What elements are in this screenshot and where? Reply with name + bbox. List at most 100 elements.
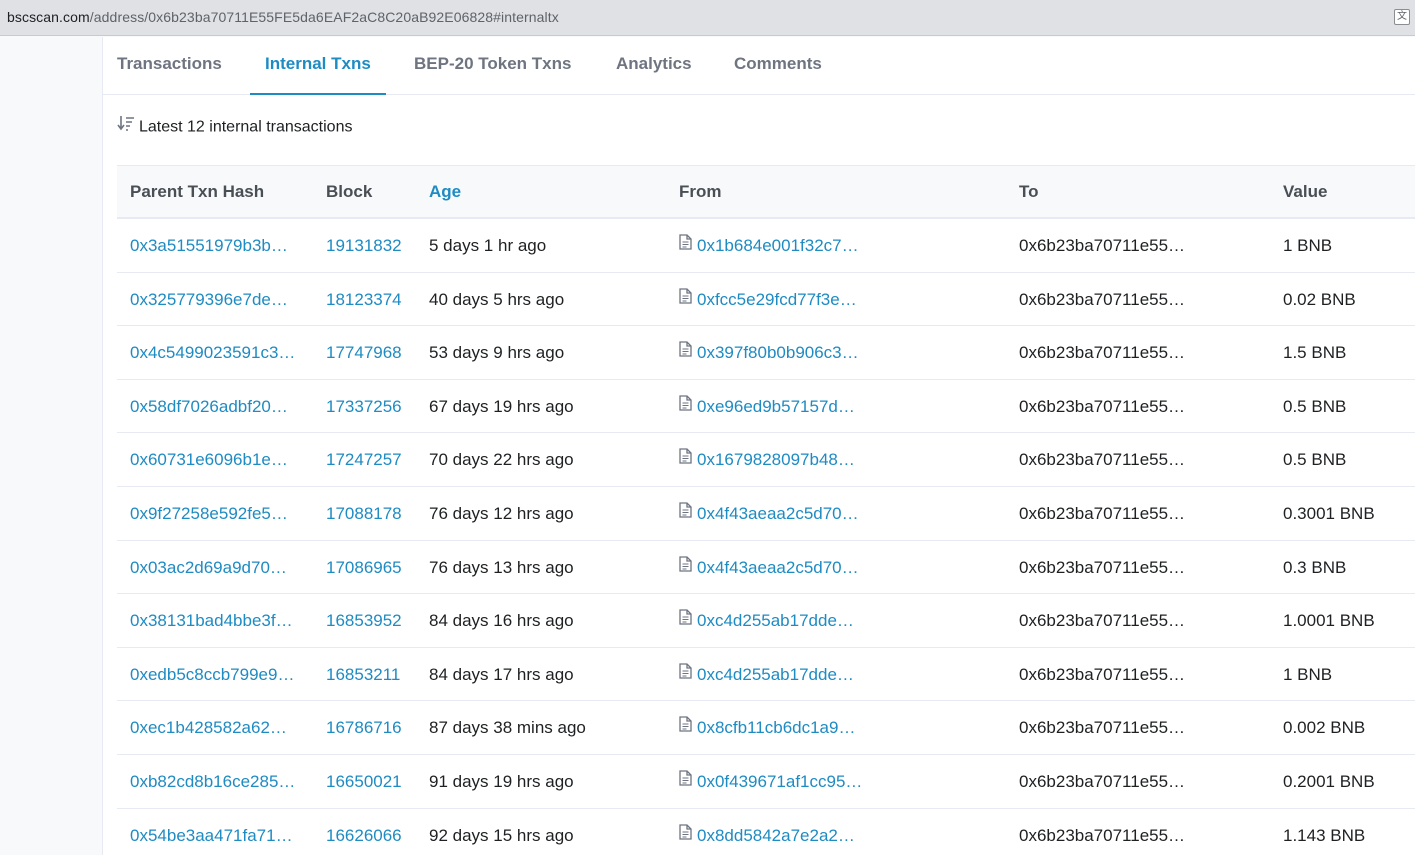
value-text: 0.2001 BNB (1283, 772, 1375, 791)
header-to: To (1019, 182, 1039, 201)
document-icon (679, 433, 692, 485)
document-icon (679, 701, 692, 753)
header-age[interactable]: Age (429, 166, 461, 218)
age-text: 5 days 1 hr ago (429, 236, 547, 255)
block-link[interactable]: 16853952 (326, 594, 416, 647)
block-link[interactable]: 18123374 (326, 273, 416, 326)
table-row: 0x03ac2d69a9d70… 17086965 76 days 13 hrs… (117, 541, 1415, 595)
parent-txn-hash-link[interactable]: 0xec1b428582a62… (130, 701, 308, 754)
from-address-link[interactable]: 0xe96ed9b57157d… (697, 397, 855, 416)
from-address-cell: 0xe96ed9b57157d… (679, 380, 879, 434)
block-link[interactable]: 16786716 (326, 701, 416, 754)
to-address-text: 0x6b23ba70711e55… (1019, 236, 1186, 255)
age-text: 76 days 12 hrs ago (429, 504, 574, 523)
parent-txn-hash-link[interactable]: 0x325779396e7de… (130, 273, 308, 326)
table-header: Parent Txn Hash Block Age From To Value (117, 165, 1415, 219)
table-row: 0x54be3aa471fa71… 16626066 92 days 15 hr… (117, 809, 1415, 855)
parent-txn-hash-link[interactable]: 0x58df7026adbf20… (130, 380, 308, 433)
from-address-link[interactable]: 0xc4d255ab17dde… (697, 611, 854, 630)
age-text: 84 days 16 hrs ago (429, 611, 574, 631)
tab-comments[interactable]: Comments (734, 37, 822, 95)
tab-internal-txns[interactable]: Internal Txns (250, 37, 386, 95)
header-block: Block (326, 182, 373, 201)
from-address-cell: 0xc4d255ab17dde… (679, 648, 879, 702)
from-address-link[interactable]: 0x0f439671af1cc95… (697, 772, 862, 791)
from-address-link[interactable]: 0x1b684e001f32c7… (697, 236, 859, 255)
header-from: From (679, 182, 722, 201)
value-text: 0.5 BNB (1283, 396, 1347, 416)
from-address-link[interactable]: 0x4f43aeaa2c5d70… (697, 558, 859, 577)
table-row: 0x4c5499023591c3… 17747968 53 days 9 hrs… (117, 326, 1415, 380)
value-text: 1.143 BNB (1283, 825, 1366, 845)
to-address-text: 0x6b23ba70711e55… (1019, 450, 1186, 470)
browser-address-bar[interactable]: bscscan.com/address/0x6b23ba70711E55FE5d… (0, 0, 1415, 36)
parent-txn-hash-link[interactable]: 0xb82cd8b16ce285… (130, 755, 308, 808)
document-icon (679, 380, 692, 432)
to-address-text: 0x6b23ba70711e55… (1019, 396, 1186, 416)
age-text: 70 days 22 hrs ago (429, 450, 574, 470)
block-link[interactable]: 16626066 (326, 809, 416, 855)
parent-txn-hash-link[interactable]: 0x60731e6096b1e… (130, 433, 308, 486)
parent-txn-hash-link[interactable]: 0x4c5499023591c3… (130, 326, 308, 379)
from-address-cell: 0x1679828097b48… (679, 433, 879, 487)
from-address-cell: 0x4f43aeaa2c5d70… (679, 541, 879, 595)
from-address-link[interactable]: 0x1679828097b48… (697, 450, 855, 469)
url-path: /address/0x6b23ba70711E55FE5da6EAF2aC8C2… (89, 9, 559, 25)
parent-txn-hash-link[interactable]: 0x9f27258e592fe5… (130, 487, 308, 540)
tab-analytics[interactable]: Analytics (616, 37, 692, 95)
parent-txn-hash-link[interactable]: 0xedb5c8ccb799e9… (130, 648, 308, 701)
sort-descending-icon (117, 115, 135, 136)
block-link[interactable]: 16853211 (326, 648, 416, 701)
table-row: 0xb82cd8b16ce285… 16650021 91 days 19 hr… (117, 755, 1415, 809)
table-row: 0x60731e6096b1e… 17247257 70 days 22 hrs… (117, 433, 1415, 487)
from-address-link[interactable]: 0xc4d255ab17dde… (697, 665, 854, 684)
block-link[interactable]: 17747968 (326, 326, 416, 379)
to-address-text: 0x6b23ba70711e55… (1019, 343, 1186, 363)
document-icon (679, 273, 692, 325)
tab-bar: Transactions Internal Txns BEP-20 Token … (103, 37, 1415, 95)
block-link[interactable]: 17086965 (326, 541, 416, 594)
from-address-cell: 0x4f43aeaa2c5d70… (679, 487, 879, 541)
value-text: 0.002 BNB (1283, 718, 1366, 738)
block-link[interactable]: 17088178 (326, 487, 416, 540)
to-address-text: 0x6b23ba70711e55… (1019, 718, 1186, 738)
url-domain: bscscan.com (7, 9, 90, 25)
document-icon (679, 541, 692, 593)
tab-bep20-token-txns[interactable]: BEP-20 Token Txns (414, 37, 571, 95)
block-link[interactable]: 17337256 (326, 380, 416, 433)
from-address-cell: 0xfcc5e29fcd77f3e… (679, 273, 879, 327)
value-text: 0.3001 BNB (1283, 504, 1375, 523)
block-link[interactable]: 16650021 (326, 755, 416, 808)
table-row: 0xec1b428582a62… 16786716 87 days 38 min… (117, 701, 1415, 755)
url-text[interactable]: bscscan.com/address/0x6b23ba70711E55FE5d… (7, 9, 559, 25)
age-text: 40 days 5 hrs ago (429, 289, 565, 309)
value-text: 1 BNB (1283, 236, 1333, 255)
parent-txn-hash-link[interactable]: 0x3a51551979b3b… (130, 219, 308, 272)
from-address-link[interactable]: 0x8dd5842a7e2a2… (697, 826, 855, 845)
table-row: 0x9f27258e592fe5… 17088178 76 days 12 hr… (117, 487, 1415, 541)
parent-txn-hash-link[interactable]: 0x03ac2d69a9d70… (130, 541, 308, 594)
from-address-cell: 0x8cfb11cb6dc1a9… (679, 701, 879, 755)
from-address-link[interactable]: 0x8cfb11cb6dc1a9… (697, 718, 855, 737)
from-address-link[interactable]: 0xfcc5e29fcd77f3e… (697, 290, 857, 309)
header-parent-txn-hash: Parent Txn Hash (130, 182, 265, 201)
header-value: Value (1283, 182, 1328, 201)
value-text: 0.3 BNB (1283, 557, 1347, 577)
table-summary: Latest 12 internal transactions (117, 115, 353, 138)
summary-text: Latest 12 internal transactions (139, 118, 353, 136)
age-text: 76 days 13 hrs ago (429, 557, 574, 577)
block-link[interactable]: 19131832 (326, 219, 416, 272)
parent-txn-hash-link[interactable]: 0x38131bad4bbe3f… (130, 594, 308, 647)
to-address-text: 0x6b23ba70711e55… (1019, 557, 1186, 577)
to-address-text: 0x6b23ba70711e55… (1019, 611, 1186, 631)
to-address-text: 0x6b23ba70711e55… (1019, 825, 1186, 845)
table-row: 0x3a51551979b3b… 19131832 5 days 1 hr ag… (117, 219, 1415, 273)
from-address-link[interactable]: 0x397f80b0b906c3… (697, 343, 859, 362)
translate-icon[interactable]: 文 (1394, 9, 1410, 25)
tab-transactions[interactable]: Transactions (117, 37, 222, 95)
block-link[interactable]: 17247257 (326, 433, 416, 486)
parent-txn-hash-link[interactable]: 0x54be3aa471fa71… (130, 809, 308, 855)
age-text: 92 days 15 hrs ago (429, 825, 574, 845)
from-address-cell: 0x397f80b0b906c3… (679, 326, 879, 380)
from-address-link[interactable]: 0x4f43aeaa2c5d70… (697, 504, 859, 523)
